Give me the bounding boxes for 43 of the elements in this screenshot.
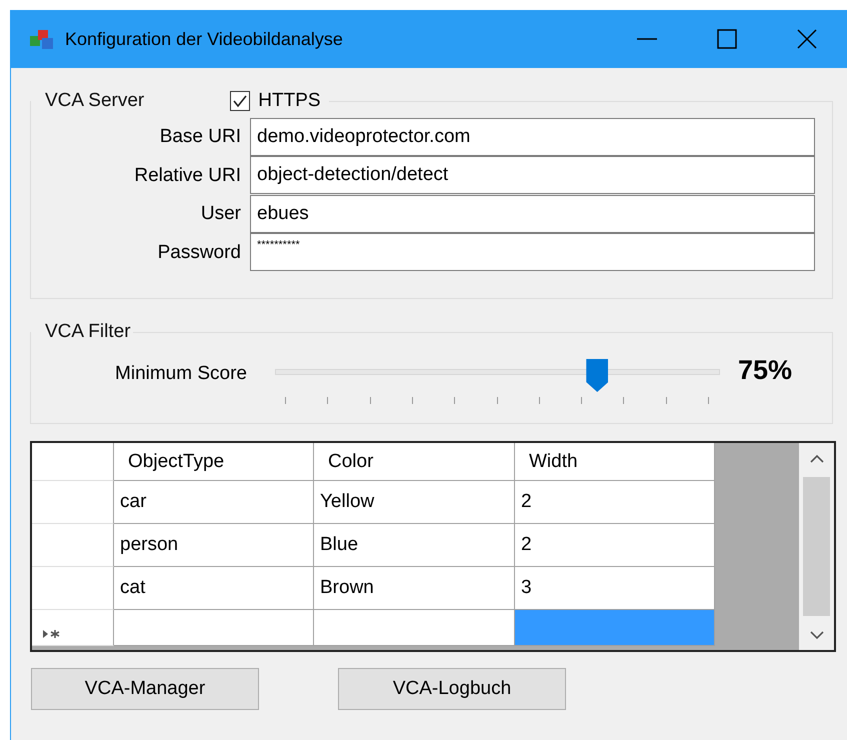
table-cell[interactable]: car [114, 481, 314, 524]
row-header[interactable] [32, 481, 114, 524]
field-label: User [200, 203, 242, 226]
input-field[interactable]: demo.videoprotector.com [250, 118, 815, 156]
table-cell[interactable] [114, 610, 314, 646]
new-row-icon [42, 629, 62, 639]
slider-label: Minimum Score [114, 362, 247, 385]
scrollbar[interactable] [799, 443, 834, 650]
table-cell[interactable] [314, 610, 515, 646]
field-label: Base URI [158, 126, 242, 148]
action-button[interactable]: VCA-Manager [31, 668, 259, 710]
table-cell[interactable]: Yellow [314, 481, 515, 524]
minimize-icon [637, 38, 657, 40]
row-header[interactable] [32, 610, 114, 646]
input-field[interactable]: object-detection/detect [250, 156, 815, 194]
input-field[interactable]: ********** [250, 233, 815, 272]
column-header[interactable]: ObjectType [114, 443, 314, 481]
close-icon [797, 29, 817, 49]
column-header[interactable]: Color [314, 443, 515, 481]
table-cell[interactable]: cat [114, 567, 314, 610]
window-title: Konfiguration der Videobildanalyse [65, 28, 344, 50]
slider-thumb[interactable] [586, 359, 608, 392]
column-header[interactable]: Width [515, 443, 715, 481]
scroll-up-icon[interactable] [810, 454, 824, 462]
table-cell[interactable] [515, 610, 715, 646]
row-header[interactable] [32, 567, 114, 610]
table-cell[interactable]: 3 [515, 567, 715, 610]
score-value: 75% [738, 354, 792, 386]
table-cell[interactable]: person [114, 524, 314, 567]
table-cell[interactable]: Blue [314, 524, 515, 567]
field-label: Password [156, 242, 242, 264]
scrollbar-thumb[interactable] [803, 477, 830, 616]
row-header[interactable] [32, 524, 114, 567]
field-label: Relative URI [133, 164, 242, 187]
https-checkbox[interactable] [230, 91, 250, 111]
input-field[interactable]: ebues [250, 194, 815, 233]
cubes-icon [29, 28, 55, 50]
maximize-icon [717, 29, 737, 49]
table-cell[interactable]: 2 [515, 481, 715, 524]
table-cell[interactable]: 2 [515, 524, 715, 567]
table-cell[interactable]: Brown [314, 567, 515, 610]
action-button[interactable]: VCA-Logbuch [338, 668, 566, 710]
scroll-down-icon[interactable] [810, 630, 824, 640]
